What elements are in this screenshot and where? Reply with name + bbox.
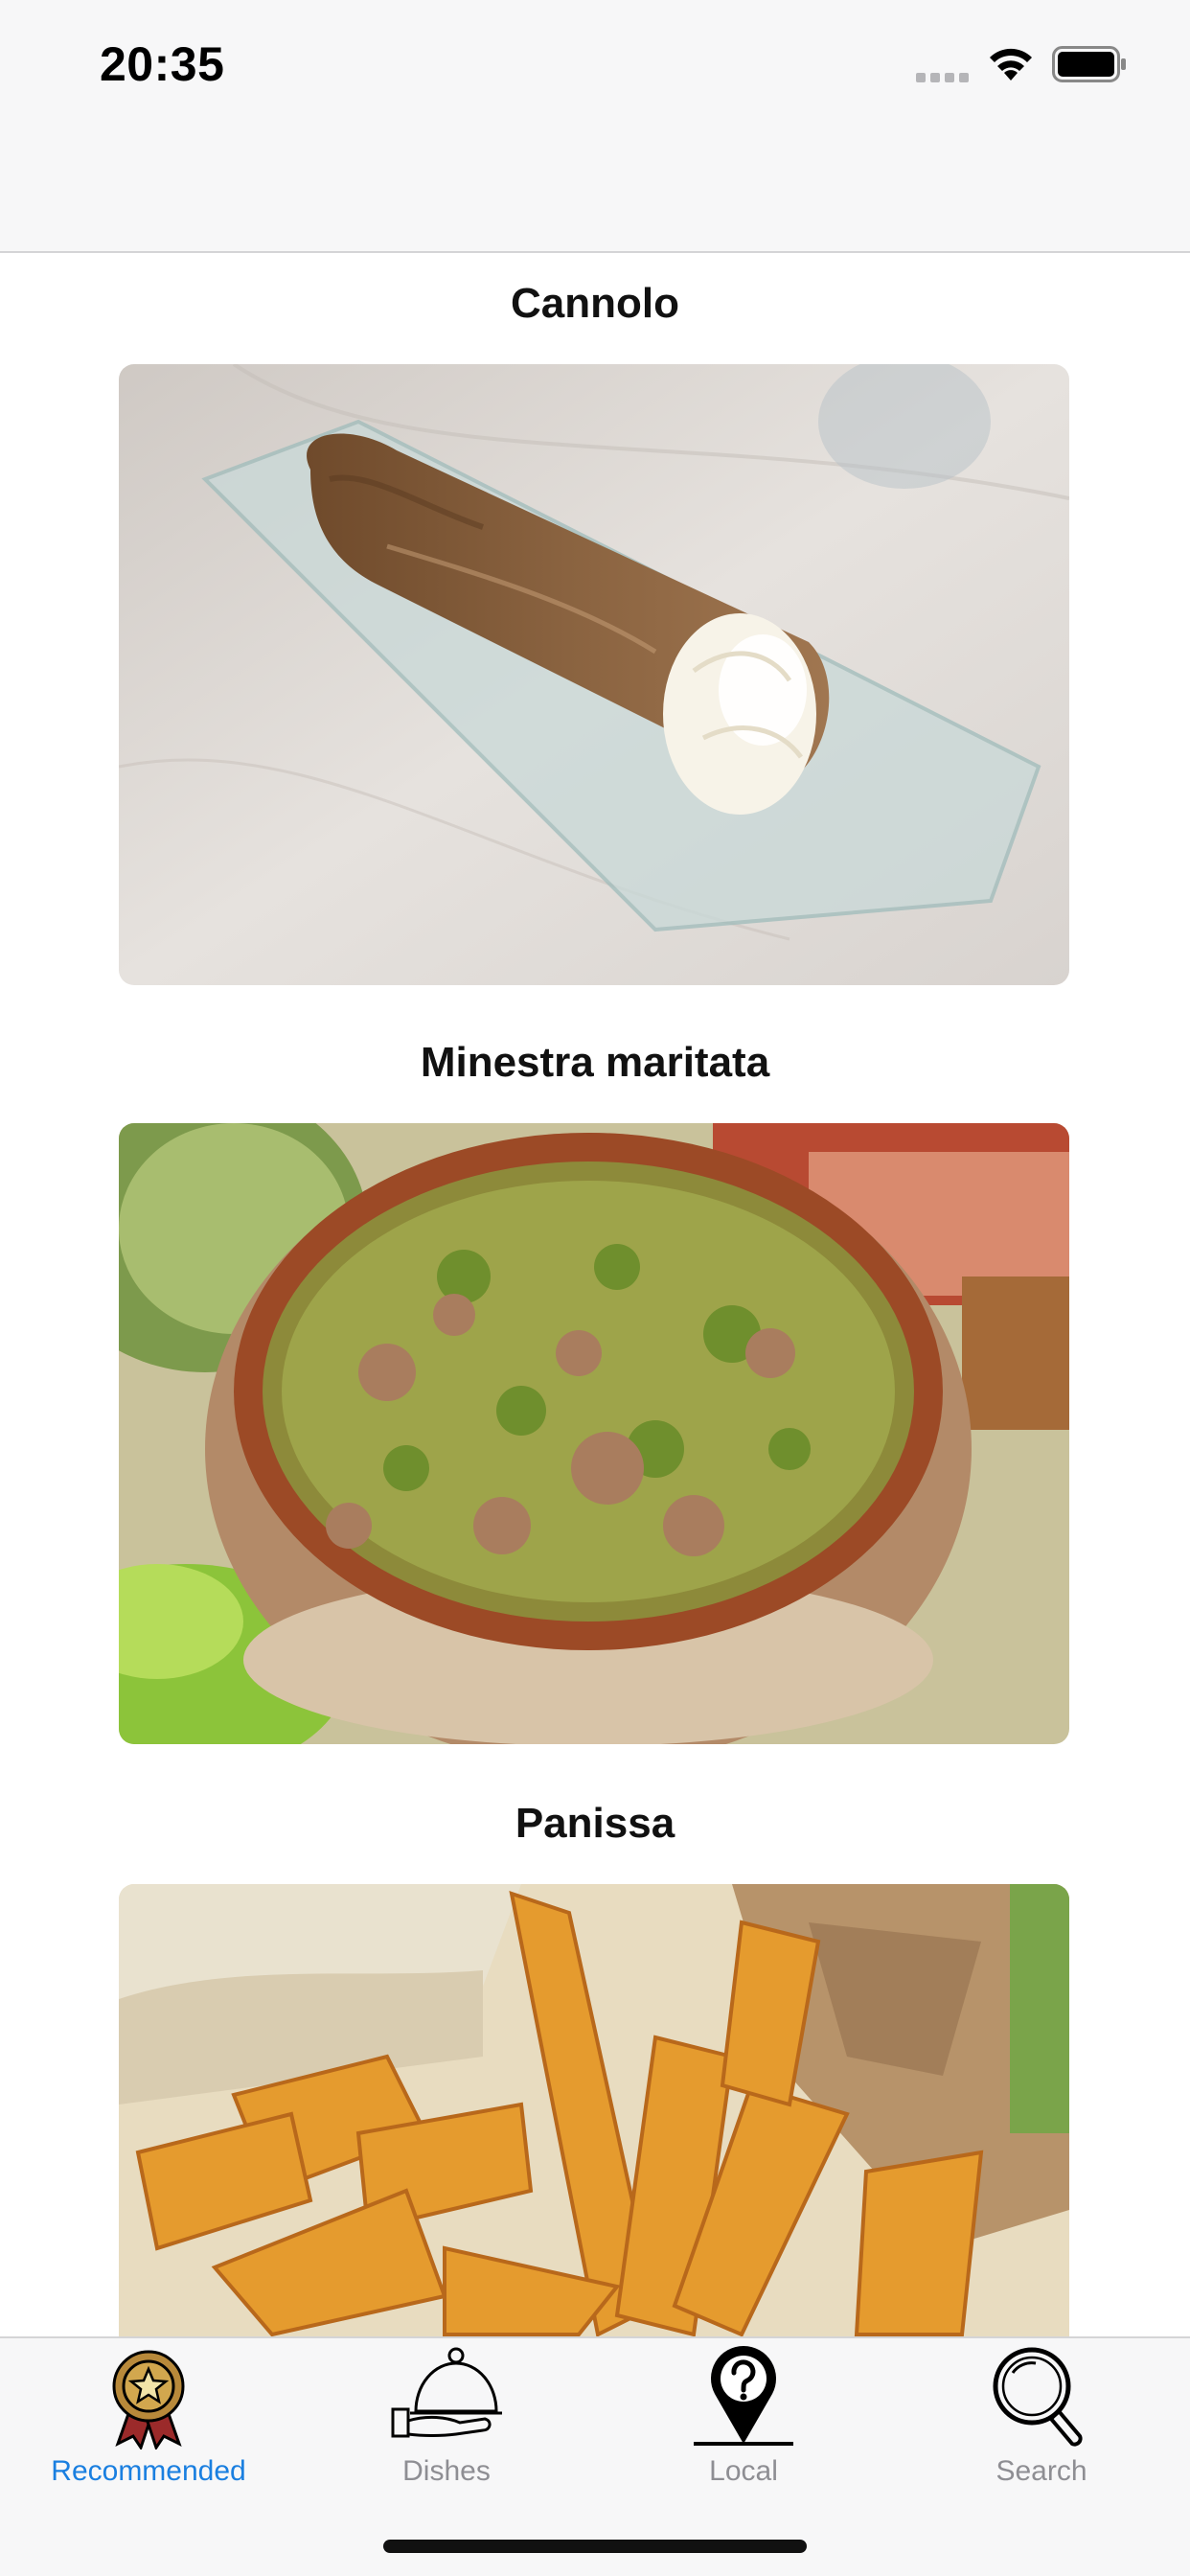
magnifier-icon (993, 2347, 1083, 2447)
tab-label: Local (709, 2455, 778, 2487)
cloche-icon (391, 2347, 502, 2438)
tab-label: Dishes (402, 2455, 491, 2487)
award-medal-icon (112, 2350, 185, 2450)
tab-recommended[interactable]: Recommended (0, 2338, 297, 2511)
location-pin-question-icon (694, 2346, 793, 2446)
wifi-icon (990, 48, 1032, 80)
home-indicator[interactable] (383, 2540, 807, 2553)
tab-label: Search (995, 2455, 1087, 2487)
battery-icon (1052, 46, 1126, 82)
tab-local[interactable]: Local (595, 2338, 892, 2511)
tab-search[interactable]: Search (893, 2338, 1190, 2511)
cannolo-photo[interactable] (119, 364, 1069, 985)
status-time: 20:35 (100, 37, 225, 91)
dish-title: Minestra maritata (420, 1039, 770, 1086)
panissa-photo[interactable] (119, 1884, 1069, 2336)
dish-title: Cannolo (511, 280, 679, 327)
cellular-signal-icon (916, 73, 969, 82)
dish-title: Panissa (515, 1800, 675, 1847)
dish-feed[interactable]: Cannolo Minestra maritata Panissa (0, 253, 1190, 2336)
tab-dishes[interactable]: Dishes (298, 2338, 595, 2511)
tab-label: Recommended (51, 2455, 246, 2487)
minestra-maritata-photo[interactable] (119, 1123, 1069, 1744)
status-bar: 20:35 (0, 0, 1190, 253)
